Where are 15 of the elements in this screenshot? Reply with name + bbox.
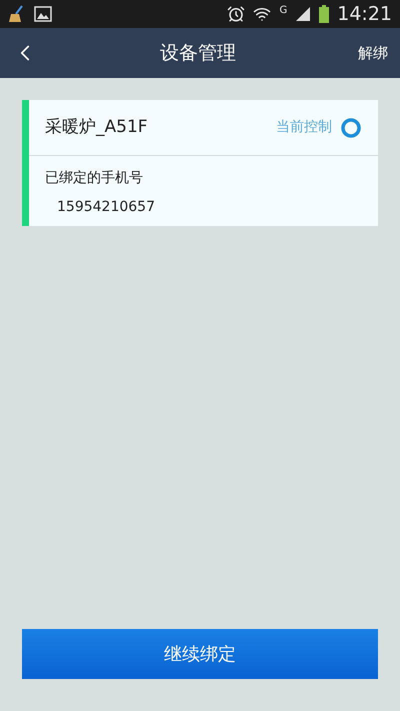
phone-number: 15954210657	[56, 198, 156, 217]
image-icon	[34, 6, 52, 22]
network-type: G	[279, 4, 288, 18]
wifi-icon	[253, 5, 272, 23]
bound-phone-label: 已绑定的手机号	[45, 169, 144, 188]
current-control-label: 当前控制	[276, 118, 332, 137]
radio-ring-icon[interactable]	[340, 116, 362, 138]
signal-icon	[295, 6, 312, 22]
continue-bind-button[interactable]: 继续绑定	[22, 629, 378, 679]
unbind-button[interactable]: 解绑	[358, 42, 388, 64]
clock-time: 14:21	[337, 2, 392, 27]
battery-icon	[319, 5, 330, 23]
device-name: 采暖炉_A51F	[45, 116, 149, 139]
page-title: 设备管理	[160, 42, 236, 64]
alarm-icon	[227, 5, 246, 23]
